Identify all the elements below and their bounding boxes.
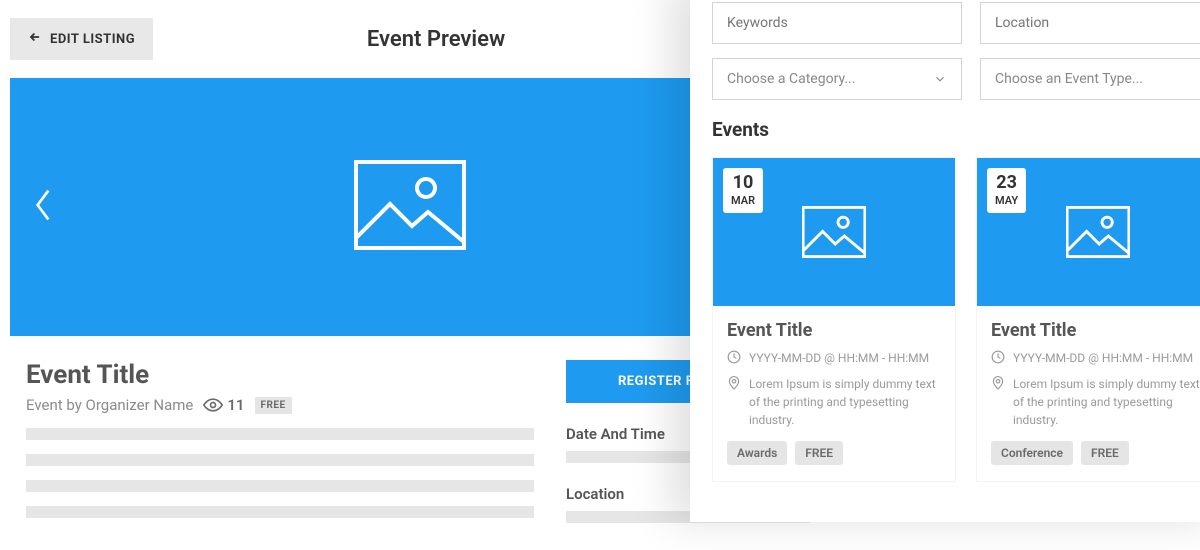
event-details: Event Title Event by Organizer Name 11 F… <box>10 352 550 523</box>
arrow-left-icon <box>28 30 42 48</box>
clock-icon <box>727 350 741 364</box>
card-datetime: YYYY-MM-DD @ HH:MM - HH:MM <box>749 349 929 367</box>
clock-icon <box>991 350 1005 364</box>
category-placeholder: Choose a Category... <box>727 71 855 87</box>
event-title: Event Title <box>26 360 534 390</box>
card-title: Event Title <box>991 320 1200 341</box>
card-desc: Lorem Ipsum is simply dummy text of the … <box>1013 375 1200 429</box>
event-type-placeholder: Choose an Event Type... <box>995 71 1143 87</box>
page-title: Event Preview <box>367 27 505 52</box>
card-title: Event Title <box>727 320 941 341</box>
edit-listing-button[interactable]: EDIT LISTING <box>10 18 153 60</box>
events-heading: Events <box>712 118 1200 141</box>
events-sidebar: Choose a Category... Choose an Event Typ… <box>690 0 1200 522</box>
date-chip: 10 MAR <box>723 168 763 213</box>
date-chip: 23 MAY <box>987 168 1026 213</box>
image-placeholder-icon <box>354 160 466 254</box>
event-type-select[interactable]: Choose an Event Type... <box>980 58 1200 100</box>
chevron-left-icon <box>32 187 54 223</box>
skeleton-line <box>26 428 534 440</box>
view-count: 11 <box>203 396 244 414</box>
pin-icon <box>727 376 741 390</box>
skeleton-line <box>26 506 534 518</box>
carousel-prev-button[interactable] <box>22 177 64 237</box>
event-card[interactable]: 10 MAR Event Title YYYY-MM-DD @ HH:MM - … <box>712 157 956 482</box>
chevron-down-icon <box>933 72 947 86</box>
card-datetime: YYYY-MM-DD @ HH:MM - HH:MM <box>1013 349 1193 367</box>
card-hero: 10 MAR <box>713 158 955 306</box>
image-placeholder-icon <box>802 206 866 258</box>
location-input[interactable] <box>980 2 1200 44</box>
category-tag: Conference <box>991 441 1073 465</box>
skeleton-line <box>26 480 534 492</box>
price-tag: FREE <box>795 441 843 465</box>
keywords-input[interactable] <box>712 2 962 44</box>
skeleton-line <box>26 454 534 466</box>
back-label: EDIT LISTING <box>50 32 135 47</box>
card-hero: 23 MAY <box>977 158 1200 306</box>
organizer-text: Event by Organizer Name <box>26 396 193 414</box>
price-badge: FREE <box>255 397 292 414</box>
category-select[interactable]: Choose a Category... <box>712 58 962 100</box>
event-card[interactable]: 23 MAY Event Title YYYY-MM-DD @ HH:MM - … <box>976 157 1200 482</box>
card-desc: Lorem Ipsum is simply dummy text of the … <box>749 375 941 429</box>
eye-icon <box>203 398 223 412</box>
category-tag: Awards <box>727 441 787 465</box>
price-tag: FREE <box>1081 441 1129 465</box>
pin-icon <box>991 376 1005 390</box>
image-placeholder-icon <box>1066 206 1130 258</box>
